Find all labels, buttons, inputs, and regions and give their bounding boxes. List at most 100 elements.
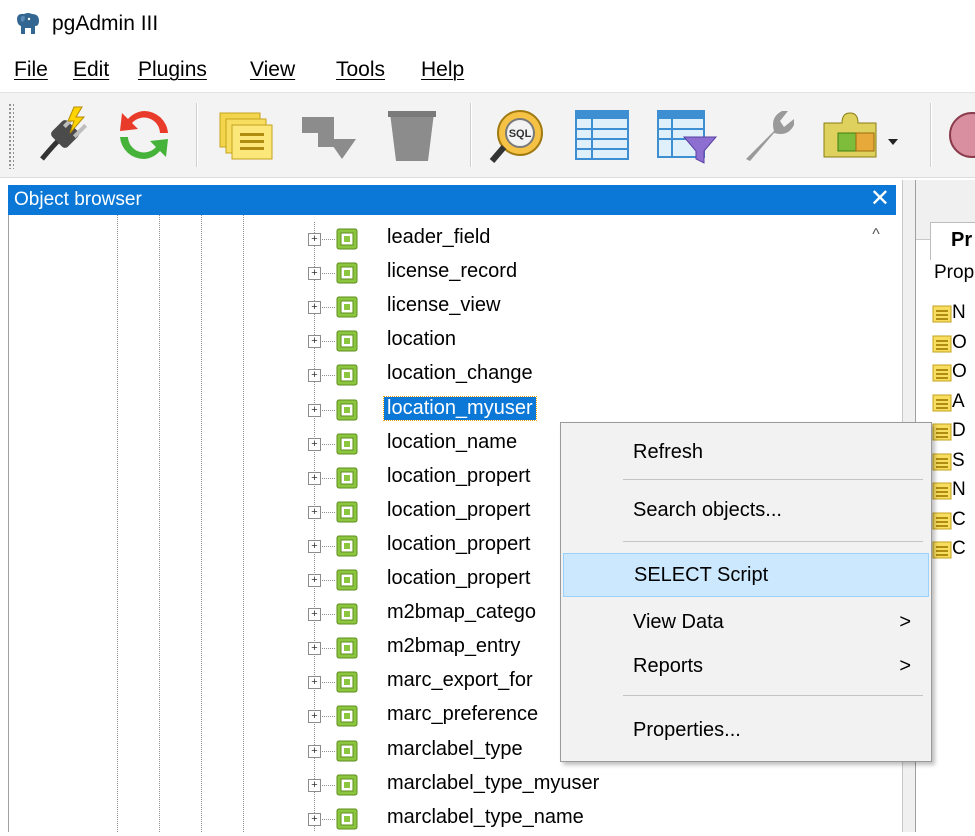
- expand-icon[interactable]: +: [308, 471, 321, 485]
- scroll-up-icon[interactable]: ^: [866, 226, 886, 246]
- menu-item-reports[interactable]: Reports >: [563, 645, 929, 689]
- tree-connector: [322, 443, 336, 445]
- expand-icon[interactable]: +: [308, 778, 321, 792]
- expand-icon[interactable]: +: [308, 710, 321, 724]
- property-name: O: [952, 361, 967, 382]
- tree-item[interactable]: + license_view: [300, 291, 860, 324]
- tree-connector: [322, 375, 336, 377]
- tree-connector: [322, 511, 336, 513]
- tree-connector: [322, 307, 336, 309]
- tree-item[interactable]: + location_change: [300, 359, 860, 392]
- property-row[interactable]: O: [932, 330, 975, 359]
- expand-icon[interactable]: +: [308, 539, 321, 553]
- expand-icon[interactable]: +: [308, 233, 321, 246]
- tree-item-label: marclabel_type: [387, 737, 523, 760]
- tree-item-label: location_propert: [387, 498, 531, 521]
- menu-item-search-objects[interactable]: Search objects...: [563, 489, 929, 533]
- expand-icon[interactable]: +: [308, 505, 321, 519]
- toolbar-separator: [470, 103, 472, 167]
- tree-item[interactable]: + marclabel_type_name: [300, 803, 860, 836]
- property-row[interactable]: A: [932, 389, 975, 418]
- expand-icon[interactable]: +: [308, 301, 321, 315]
- properties-icon[interactable]: [214, 103, 278, 167]
- property-row[interactable]: S: [932, 448, 975, 477]
- tree-connector: [322, 648, 336, 650]
- property-icon: [932, 305, 952, 323]
- expand-icon[interactable]: +: [308, 676, 321, 690]
- tree-item-label: location_myuser: [383, 395, 537, 421]
- tree-connector: [322, 545, 336, 547]
- expand-icon[interactable]: +: [308, 335, 321, 349]
- expand-icon[interactable]: +: [308, 437, 321, 451]
- menu-item-label: Reports: [633, 655, 704, 677]
- tree-connector: [322, 614, 336, 616]
- expand-icon[interactable]: +: [308, 812, 321, 826]
- property-row[interactable]: D: [932, 418, 975, 447]
- close-icon[interactable]: ✕: [870, 185, 890, 213]
- expand-icon[interactable]: +: [308, 574, 321, 587]
- table-icon: [336, 637, 358, 659]
- refresh-icon[interactable]: [112, 103, 176, 167]
- maintenance-icon: [746, 111, 794, 161]
- create-object-icon: [302, 117, 356, 159]
- menu-tools[interactable]: Tools: [336, 58, 385, 82]
- connect-icon[interactable]: [32, 103, 96, 167]
- tree-guide-line: [243, 215, 244, 832]
- menu-item-properties[interactable]: Properties...: [563, 709, 929, 753]
- menu-edit[interactable]: Edit: [73, 58, 109, 82]
- svg-text:SQL: SQL: [509, 128, 532, 140]
- menu-item-view-data[interactable]: View Data >: [563, 601, 929, 645]
- table-icon: [336, 569, 358, 591]
- table-icon: [336, 364, 358, 386]
- tree-connector: [322, 477, 336, 479]
- chevron-down-icon[interactable]: [886, 135, 900, 149]
- tree-item-label: location_propert: [387, 464, 531, 487]
- tree-item-label: marc_export_for: [387, 669, 533, 692]
- property-row[interactable]: C: [932, 507, 975, 536]
- menu-file[interactable]: File: [14, 58, 48, 82]
- menu-item-refresh[interactable]: Refresh: [563, 431, 929, 475]
- property-icon: [932, 453, 952, 470]
- tree-guide-line: [159, 215, 160, 832]
- plugins-icon[interactable]: [818, 103, 882, 167]
- expand-icon[interactable]: +: [308, 642, 321, 656]
- menu-item-label: View Data: [633, 611, 724, 633]
- tree-item-label: location_change: [387, 362, 533, 385]
- toolbar: SQL: [0, 92, 975, 178]
- toolbar-separator: [196, 103, 198, 167]
- tree-connector: [322, 273, 336, 275]
- property-row[interactable]: C: [932, 536, 975, 565]
- property-icon: [932, 482, 952, 500]
- menu-view[interactable]: View: [250, 58, 295, 82]
- menu-item-select-script[interactable]: SELECT Script: [563, 553, 929, 597]
- tree-item-label: license_record: [387, 260, 518, 283]
- tree-item[interactable]: + leader_field: [300, 223, 860, 256]
- property-icon: [932, 364, 952, 382]
- property-row[interactable]: N: [932, 477, 975, 506]
- table-icon: [336, 330, 358, 352]
- property-name: C: [952, 508, 966, 530]
- menu-help[interactable]: Help: [421, 58, 464, 82]
- tree-item-label: location_name: [387, 430, 518, 453]
- menu-plugins[interactable]: Plugins: [138, 58, 207, 82]
- property-row[interactable]: O: [932, 359, 975, 388]
- tab-properties[interactable]: Pr: [930, 222, 975, 260]
- tree-item[interactable]: + location: [300, 325, 860, 358]
- property-icon: [932, 541, 952, 559]
- property-row[interactable]: N: [932, 300, 975, 329]
- tree-item[interactable]: + license_record: [300, 257, 860, 290]
- tree-item[interactable]: + marclabel_type_myuser: [300, 769, 860, 802]
- table-icon: [336, 603, 358, 625]
- expand-icon[interactable]: +: [308, 267, 321, 281]
- expand-icon[interactable]: +: [308, 403, 321, 417]
- view-data-icon[interactable]: [570, 103, 634, 167]
- help-icon[interactable]: [942, 103, 975, 167]
- tree-connector: [322, 818, 336, 820]
- table-icon: [336, 501, 358, 523]
- expand-icon[interactable]: +: [308, 369, 321, 383]
- toolbar-grip[interactable]: [8, 103, 14, 169]
- query-tool-icon[interactable]: SQL: [486, 103, 550, 167]
- expand-icon[interactable]: +: [308, 744, 321, 758]
- expand-icon[interactable]: +: [308, 608, 321, 622]
- view-filtered-data-icon[interactable]: [654, 103, 718, 167]
